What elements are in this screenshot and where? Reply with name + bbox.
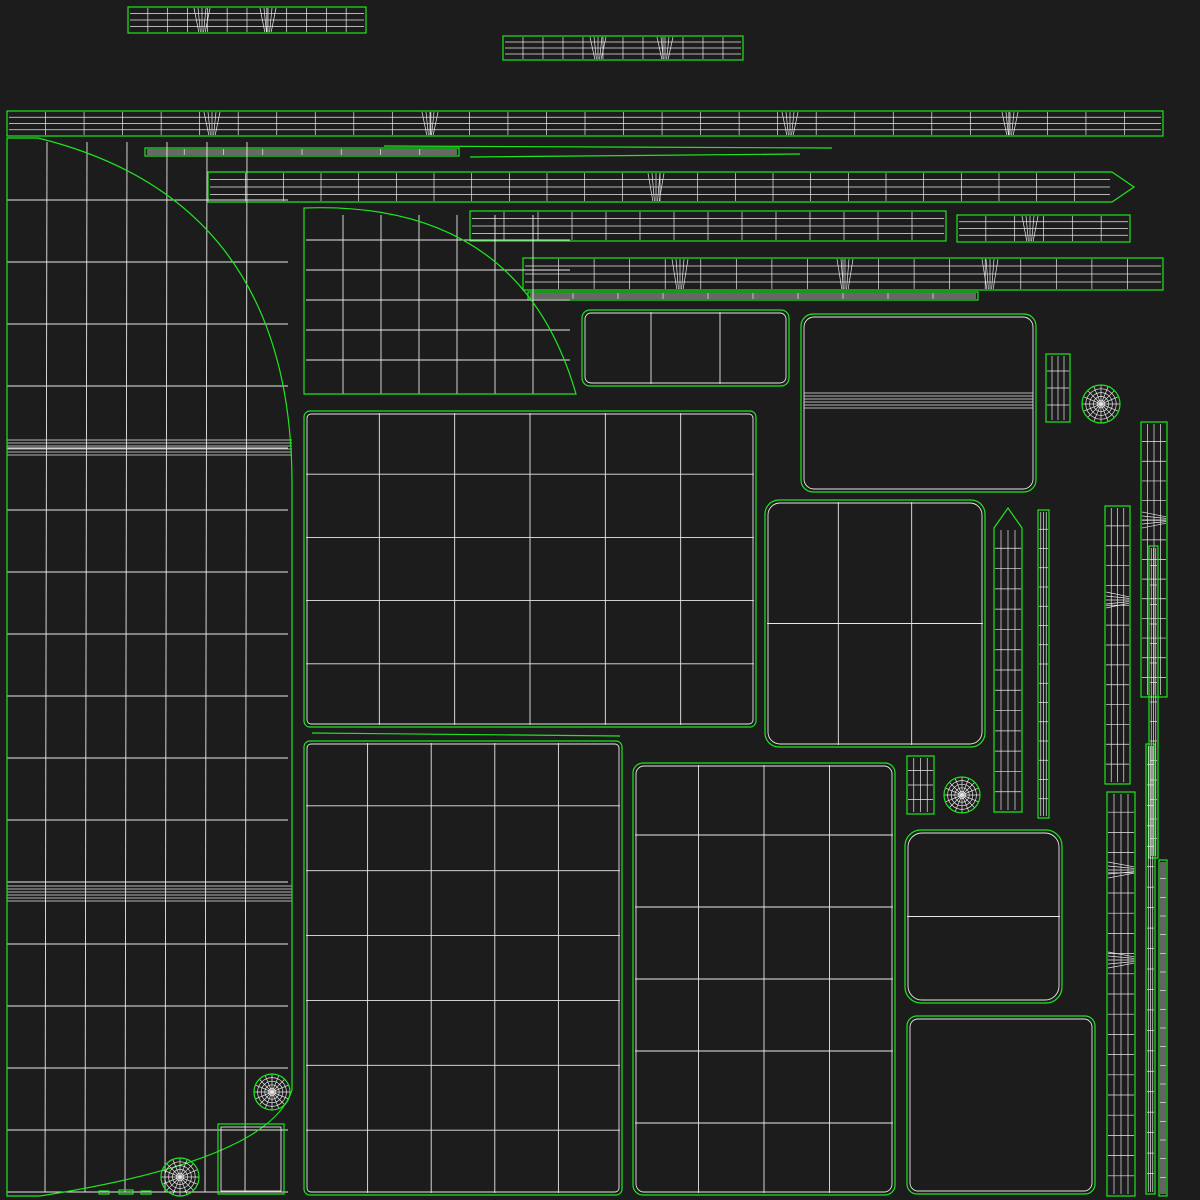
uv-island-cap-b bbox=[943, 776, 981, 814]
uv-island-vertical-strip-c bbox=[1106, 791, 1136, 1197]
uv-island-cap-a bbox=[1081, 384, 1121, 424]
uv-background bbox=[0, 0, 1200, 1200]
uv-layout-canvas bbox=[0, 0, 1200, 1200]
uv-island-cap-d bbox=[160, 1157, 200, 1197]
uv-island-cap-c bbox=[253, 1073, 291, 1111]
